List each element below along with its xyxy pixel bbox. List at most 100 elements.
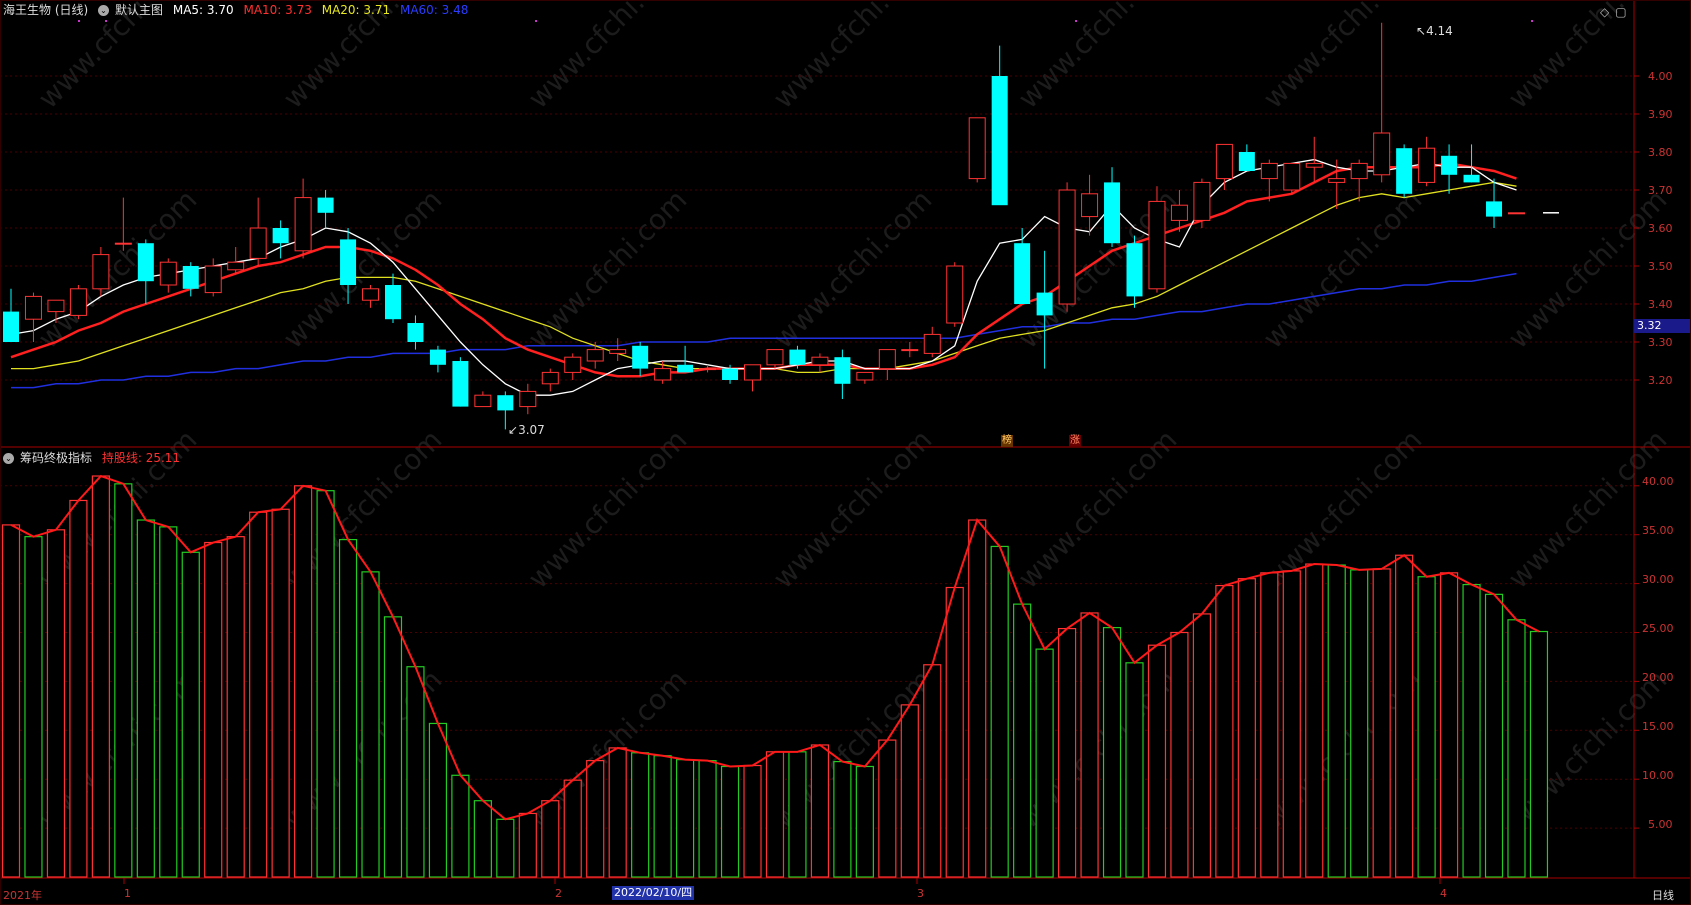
template-name[interactable]: 默认主图: [115, 3, 163, 17]
indicator-bar: [428, 722, 448, 878]
watermark-text: www.cfchi.com: [32, 183, 204, 355]
indicator-bar: [1035, 648, 1054, 878]
candle-body-up: [1328, 178, 1346, 183]
indicator-bar: [1484, 593, 1504, 878]
indicator-bar: [338, 538, 358, 878]
candle-body-down: [1441, 155, 1458, 175]
indicator-tick: 35.00: [1642, 524, 1674, 537]
candle-body-up: [519, 390, 537, 408]
indicator-bar: [1192, 613, 1212, 878]
candle-body-up: [1148, 200, 1166, 290]
candle-body-up: [1350, 162, 1368, 180]
candle-body-down: [384, 285, 401, 320]
indicator-bar: [900, 704, 919, 878]
candle-body-down: [3, 311, 19, 342]
indicator-tick: 5.00: [1648, 818, 1673, 831]
indicator-bar: [810, 744, 830, 878]
indicator-bar: [878, 739, 897, 878]
indicator-bar: [91, 475, 110, 878]
candle-body-up: [47, 299, 65, 313]
window-button-icon[interactable]: ▢: [1615, 5, 1626, 19]
watermark-text: www.cfchi.com: [1012, 423, 1184, 595]
indicator-bar: [675, 759, 695, 878]
candle-body-up: [811, 356, 829, 366]
indicator-tick: 20.00: [1642, 671, 1674, 684]
candle-body-up: [1418, 147, 1436, 183]
candle-body-down: [1463, 174, 1480, 183]
indicator-bar: [451, 774, 470, 878]
candle-body-up: [204, 265, 222, 294]
price-tick: 3.80: [1648, 146, 1673, 159]
candle-body-up: [474, 394, 492, 408]
candle-body-down: [789, 349, 806, 365]
top-markers: [78, 20, 1533, 22]
axis-year-label: 2021年: [3, 889, 42, 902]
candle-body-down: [1396, 148, 1413, 194]
watermark-text: www.cfchi.com: [1502, 423, 1674, 595]
period-selector[interactable]: 日线: [1652, 887, 1674, 903]
candle-body-up: [294, 197, 312, 252]
candle-body-up: [766, 349, 784, 366]
indicator-bar: [473, 800, 492, 878]
price-tick: 3.30: [1648, 336, 1673, 349]
high-price-label: ↖4.14: [1416, 24, 1453, 38]
watermark-text: www.cfchi.com: [522, 423, 694, 595]
indicator-bar: [1305, 563, 1324, 878]
stock-title[interactable]: 海王生物 (日线): [3, 3, 88, 17]
watermark-text: www.cfchi.com: [277, 0, 449, 115]
indicator-bar: [361, 571, 380, 878]
current-price-marker: 3.32: [1634, 319, 1690, 333]
event-marker-dot: [1075, 20, 1077, 22]
candle-body-down: [1238, 152, 1255, 171]
candle-body-up: [1058, 189, 1076, 305]
candle-body-down: [452, 361, 469, 407]
price-tick: 3.40: [1648, 298, 1673, 311]
indicator-title[interactable]: 筹码终极指标: [20, 451, 92, 465]
candle-body-down: [1486, 201, 1503, 217]
ma20-label: MA20: 3.71: [321, 3, 391, 17]
indicator-tick: 10.00: [1642, 769, 1674, 782]
indicator-tick: 15.00: [1642, 720, 1674, 733]
indicator-bar: [698, 760, 717, 878]
indicator-bar: [945, 586, 964, 878]
candle-body-up: [1215, 143, 1233, 180]
indicator-bar: [990, 545, 1009, 878]
candle-body-up: [1081, 193, 1099, 218]
candle-body-down: [1014, 243, 1031, 304]
candle-body-up: [1193, 181, 1211, 221]
indicator-bar: [923, 664, 942, 878]
diamond-icon[interactable]: ◇: [1600, 5, 1609, 19]
axis-month-1: 1: [124, 887, 131, 900]
watermark-text: www.cfchi.com: [522, 0, 694, 115]
candle-body-down: [1126, 243, 1143, 297]
indicator-bar: [294, 485, 313, 878]
axis-month-3: 3: [917, 887, 924, 900]
candle-body-up: [24, 295, 42, 320]
candle-body-up: [901, 349, 919, 352]
watermark-text: www.cfchi.com: [767, 423, 939, 595]
indicator-bar: [1350, 569, 1369, 878]
candle-body-up: [92, 254, 110, 290]
candle-body-up: [609, 349, 627, 354]
bang-tag[interactable]: 榜: [1001, 435, 1013, 447]
candle-body-up: [249, 227, 267, 259]
indicator-bar: [1057, 627, 1077, 878]
indicator-bar: [181, 551, 200, 878]
chart-canvas: www.cfchi.com www.cfchi.com www.cfchi.com w…: [0, 0, 1691, 905]
watermark-text: www.cfchi.com: [767, 0, 939, 115]
zhang-tag[interactable]: 涨: [1069, 435, 1081, 447]
price-tick: 3.90: [1648, 108, 1673, 121]
candle-body-up: [1283, 162, 1301, 191]
price-tick: 3.50: [1648, 260, 1673, 273]
indicator-dropdown-icon[interactable]: ⌄: [3, 453, 14, 464]
candle-body-up: [744, 364, 762, 381]
ma60-label: MA60: 3.48: [399, 3, 469, 17]
indicator-bar: [1507, 619, 1526, 878]
indicator-bar: [496, 818, 515, 878]
sub-header: ⌄ 筹码终极指标 持股线: 25.11: [3, 451, 186, 465]
date-cursor-label: 2022/02/10/四: [612, 886, 695, 900]
event-marker-dot: [78, 20, 80, 22]
indicator-bar: [1462, 583, 1481, 878]
candle-body-up: [586, 349, 604, 362]
template-dropdown-icon[interactable]: ⌄: [98, 5, 110, 16]
